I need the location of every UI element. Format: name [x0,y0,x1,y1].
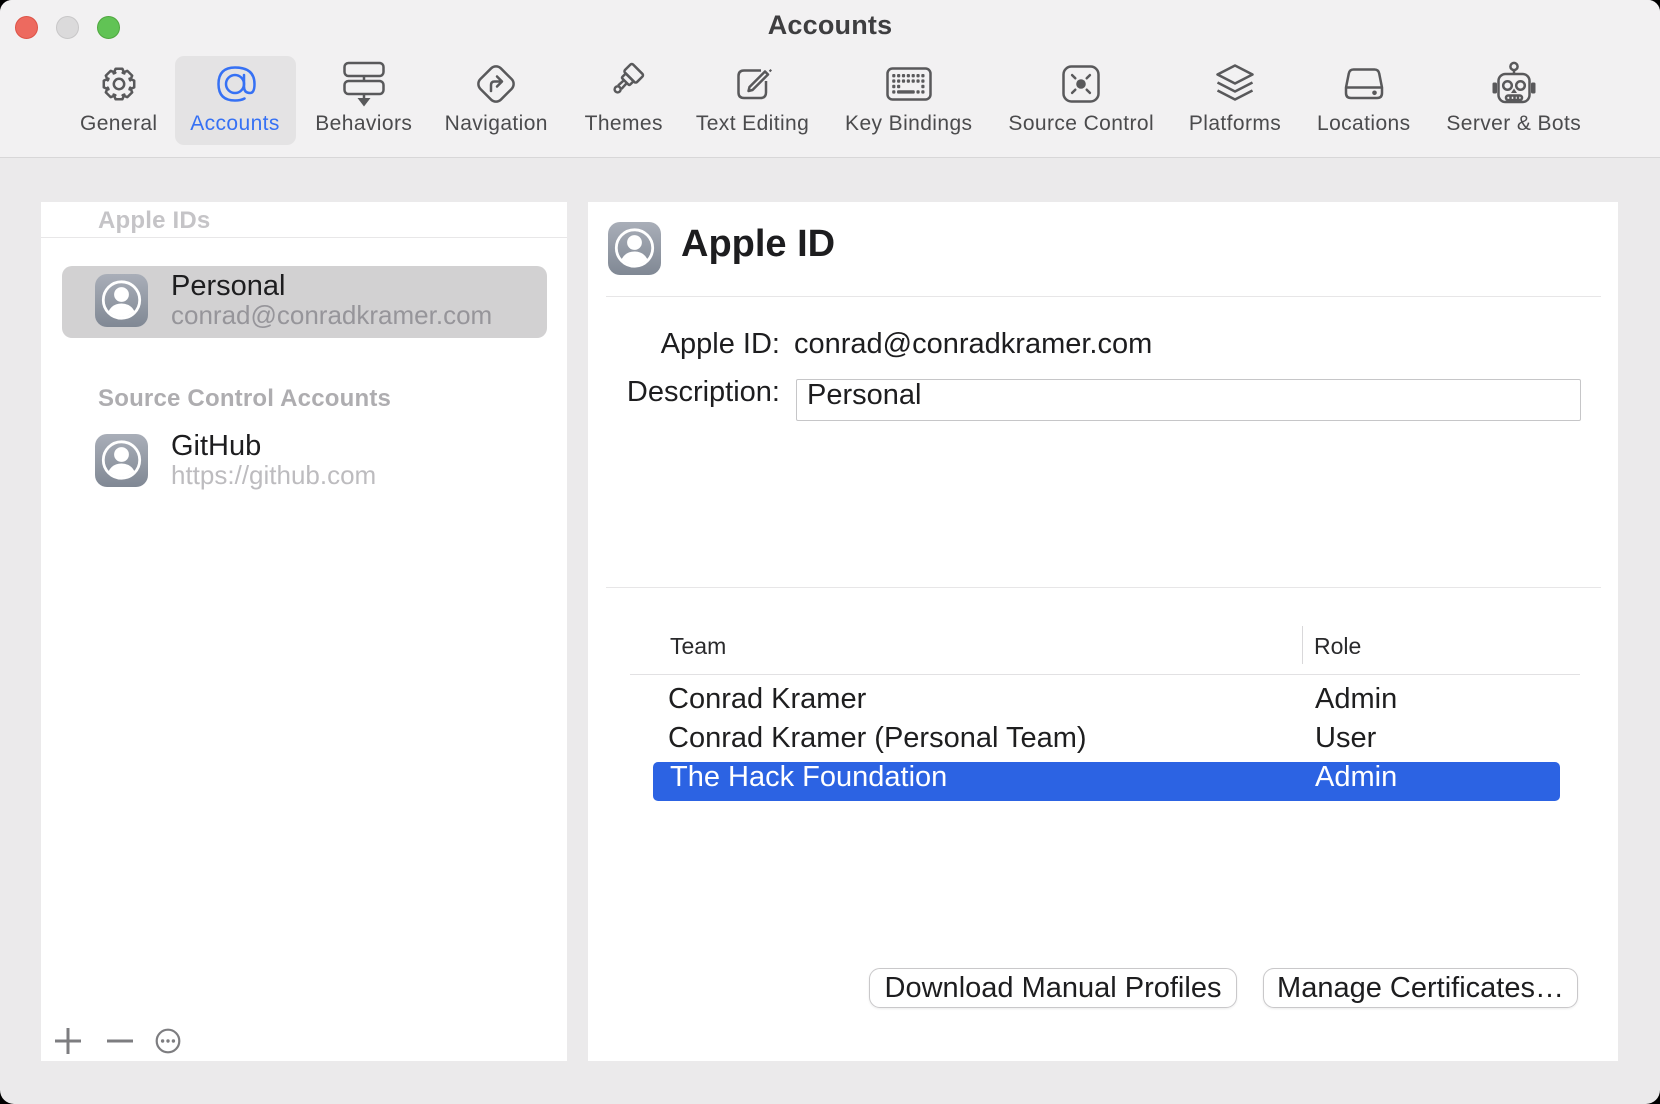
remove-account-button[interactable] [98,1019,142,1063]
robot-icon [1490,56,1538,112]
window-chrome: Accounts General Accoun [0,0,1660,158]
add-account-button[interactable] [46,1019,90,1063]
account-title: Personal [171,272,285,301]
xcode-settings-window: Accounts General Accoun [0,0,1660,1104]
table-row[interactable]: Conrad Kramer (Personal Team) User [588,722,1618,760]
tab-server-bots[interactable]: Server & Bots [1430,56,1599,145]
separator [606,587,1601,588]
description-label: Description: [588,378,780,407]
column-header-role[interactable]: Role [1314,635,1361,658]
sidebar-section-label: Apple IDs [98,209,210,233]
tab-key-bindings[interactable]: Key Bindings [830,56,989,145]
ellipsis-circle-icon[interactable] [146,1019,190,1063]
manage-certificates-button[interactable]: Manage Certificates… [1263,968,1578,1008]
account-detail-panel: Apple ID Apple ID: conrad@conradkramer.c… [588,202,1618,1061]
tab-themes[interactable]: Themes [570,56,679,145]
person-avatar-icon [95,434,148,487]
person-avatar-icon [608,222,661,275]
source-control-icon [1061,56,1101,112]
sidebar-footer [41,1019,567,1063]
layers-icon [1213,56,1257,112]
external-drive-icon [1341,56,1387,112]
sidebar-section-apple-ids: Apple IDs [41,202,567,238]
column-divider[interactable] [1302,626,1303,664]
gear-icon [102,56,136,112]
paintbrush-icon [600,56,648,112]
accounts-sidebar: Apple IDs Personal conrad@conradkramer.c… [41,202,567,1061]
tab-accounts[interactable]: Accounts [175,56,296,145]
person-avatar-icon [95,274,148,327]
table-row[interactable]: Conrad Kramer Admin [588,683,1618,721]
tab-general[interactable]: General [65,56,174,145]
apple-id-label: Apple ID: [588,330,780,359]
navigation-icon [473,56,519,112]
separator [606,296,1601,297]
download-manual-profiles-button[interactable]: Download Manual Profiles [869,968,1237,1008]
tab-navigation[interactable]: Navigation [427,56,566,145]
description-input[interactable] [796,379,1581,421]
tab-platforms[interactable]: Platforms [1172,56,1298,145]
sidebar-item-github[interactable]: GitHub https://github.com [62,426,547,498]
keyboard-icon [886,56,932,112]
sidebar-section-source-control: Source Control Accounts [98,387,391,411]
tab-behaviors[interactable]: Behaviors [300,56,429,145]
account-subtitle: https://github.com [171,462,376,488]
account-subtitle: conrad@conradkramer.com [171,302,492,328]
table-row-selected[interactable]: The Hack Foundation Admin [588,761,1618,799]
column-header-team[interactable]: Team [670,635,726,658]
window-title: Accounts [0,12,1660,39]
tab-source-control[interactable]: Source Control [990,56,1174,145]
account-title: GitHub [171,432,261,461]
sidebar-item-personal[interactable]: Personal conrad@conradkramer.com [62,266,547,338]
settings-toolbar: General Accounts [0,56,1660,145]
apple-id-value: conrad@conradkramer.com [794,330,1152,359]
text-editing-icon [732,56,774,112]
behaviors-icon [343,56,385,112]
tab-text-editing[interactable]: Text Editing [680,56,826,145]
at-icon [213,56,257,112]
page-title: Apple ID [681,225,835,263]
tab-locations[interactable]: Locations [1300,56,1429,145]
table-header-underline [630,674,1580,675]
